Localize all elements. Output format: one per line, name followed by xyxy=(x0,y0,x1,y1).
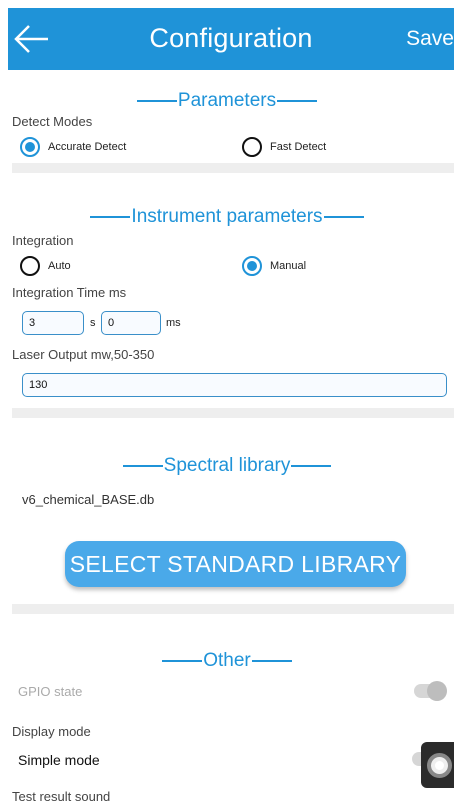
section-divider xyxy=(12,408,454,418)
title-line-left xyxy=(122,464,163,467)
section-divider xyxy=(12,604,454,614)
library-db-name: v6_chemical_BASE.db xyxy=(22,492,155,507)
title-line-right xyxy=(251,659,292,662)
floating-assistant-button[interactable] xyxy=(421,742,454,788)
integration-label: Integration xyxy=(12,233,74,248)
other-section-title: Other xyxy=(0,650,454,672)
gpio-state-label: GPIO state xyxy=(18,684,83,699)
gpio-state-toggle[interactable] xyxy=(414,681,447,701)
title-line-right xyxy=(277,99,318,102)
test-result-sound-label: Test result sound xyxy=(12,789,111,804)
radio-selected-icon xyxy=(20,137,40,157)
library-title: Spectral library xyxy=(163,455,291,476)
radio-selected-icon xyxy=(242,256,262,276)
laser-output-label: Laser Output mw,50-350 xyxy=(12,347,155,362)
seconds-input[interactable]: 3 xyxy=(22,311,84,335)
radio-unselected-icon xyxy=(20,256,40,276)
title-line-left xyxy=(90,215,131,218)
seconds-unit: s xyxy=(90,317,96,329)
auto-radio[interactable]: Auto xyxy=(20,255,71,277)
section-divider xyxy=(12,163,454,173)
title-line-right xyxy=(323,215,364,218)
save-button[interactable]: Save xyxy=(406,27,454,51)
fast-detect-radio[interactable]: Fast Detect xyxy=(242,136,326,158)
instrument-section-title: Instrument parameters xyxy=(0,206,454,228)
title-line-left xyxy=(162,659,203,662)
display-mode-label: Display mode xyxy=(12,724,91,739)
laser-output-input[interactable]: 130 xyxy=(22,373,447,397)
instrument-title: Instrument parameters xyxy=(131,206,323,227)
display-mode-value: Simple mode xyxy=(18,752,100,768)
select-standard-library-button[interactable]: SELECT STANDARD LIBRARY xyxy=(65,541,406,587)
title-line-left xyxy=(136,99,177,102)
toggle-knob xyxy=(427,681,447,701)
parameters-title: Parameters xyxy=(177,90,277,111)
milliseconds-unit: ms xyxy=(166,317,181,329)
accurate-detect-label: Accurate Detect xyxy=(48,141,127,153)
manual-label: Manual xyxy=(270,260,307,272)
other-title: Other xyxy=(203,650,251,671)
title-line-right xyxy=(291,464,332,467)
parameters-section-title: Parameters xyxy=(0,90,454,112)
accurate-detect-radio[interactable]: Accurate Detect xyxy=(20,136,126,158)
fast-detect-label: Fast Detect xyxy=(270,141,327,153)
milliseconds-input[interactable]: 0 xyxy=(101,311,161,335)
detect-modes-label: Detect Modes xyxy=(12,114,93,129)
library-section-title: Spectral library xyxy=(0,455,454,477)
auto-label: Auto xyxy=(48,260,71,272)
page-title: Configuration xyxy=(149,23,313,53)
app-header: Configuration Save xyxy=(8,8,454,70)
radio-unselected-icon xyxy=(242,137,262,157)
floating-ball-icon xyxy=(427,753,452,778)
integration-time-label: Integration Time ms xyxy=(12,285,127,300)
manual-radio[interactable]: Manual xyxy=(242,255,306,277)
